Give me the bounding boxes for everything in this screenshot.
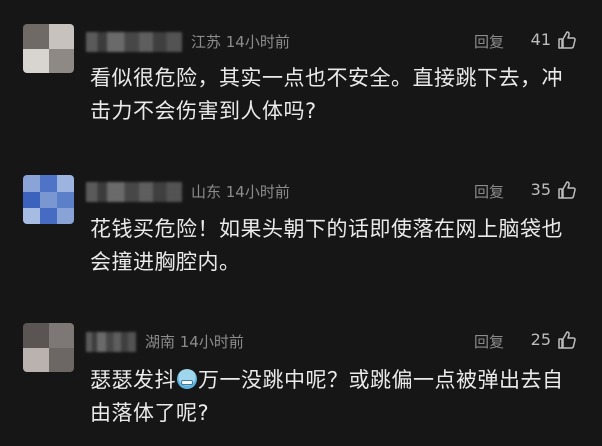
like-count: 25 (530, 330, 551, 349)
location-time: 湖南 14小时前 (145, 333, 244, 351)
comment-item: 湖南 14小时前 回复 25 瑟瑟发抖 万一没跳中呢？或跳偏一点被弹出去自由落体了… (0, 0, 602, 446)
avatar[interactable] (23, 323, 74, 372)
thumbs-up-icon[interactable] (557, 330, 577, 350)
reply-button[interactable]: 回复 (474, 331, 504, 352)
comment-text-part: 瑟瑟发抖 (90, 368, 176, 392)
comment-text: 瑟瑟发抖 万一没跳中呢？或跳偏一点被弹出去自由落体了呢? (90, 364, 580, 430)
username-blurred[interactable] (86, 332, 136, 352)
cold-face-emoji-icon (177, 369, 197, 389)
